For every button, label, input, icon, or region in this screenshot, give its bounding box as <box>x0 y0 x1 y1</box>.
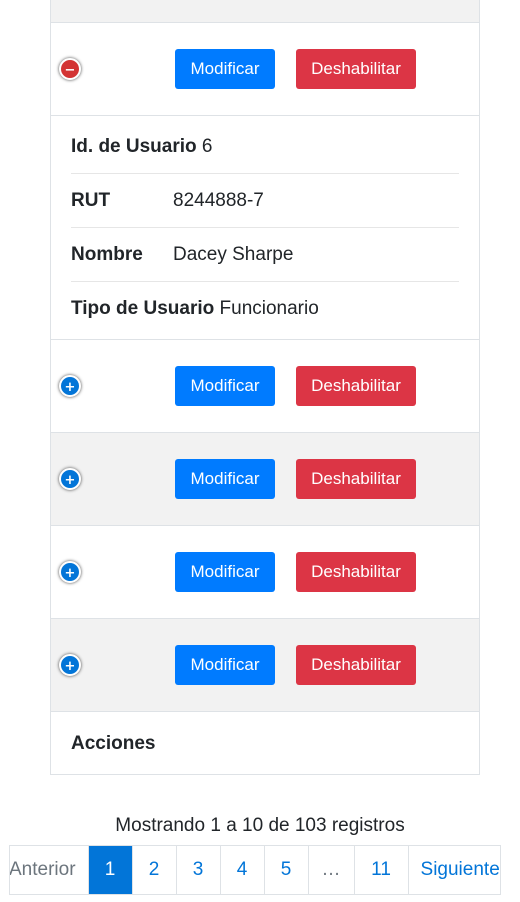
previous-row-fragment <box>51 0 479 22</box>
detail-value: 6 <box>201 136 213 157</box>
collapse-row-icon[interactable]: − <box>59 58 81 80</box>
expand-row-icon[interactable]: + <box>59 561 81 583</box>
modify-button[interactable]: Modificar <box>175 459 275 499</box>
table-row: + Modificar Deshabilitar <box>51 339 479 432</box>
pagination-next[interactable]: Siguiente <box>409 846 501 894</box>
modify-button[interactable]: Modificar <box>175 552 275 592</box>
disable-button[interactable]: Deshabilitar <box>296 459 416 499</box>
detail-value: Dacey Sharpe <box>173 244 294 265</box>
pagination-page[interactable]: 11 <box>355 846 409 894</box>
disable-button[interactable]: Deshabilitar <box>296 49 416 89</box>
detail-name: Nombre Dacey Sharpe <box>71 228 459 282</box>
detail-value: Funcionario <box>219 298 319 319</box>
modify-button[interactable]: Modificar <box>175 645 275 685</box>
pagination-page[interactable]: 1 <box>88 846 133 894</box>
pagination-ellipsis: … <box>309 846 355 894</box>
pagination-page[interactable]: 5 <box>265 846 309 894</box>
pagination-page[interactable]: 2 <box>133 846 177 894</box>
table-row: − Modificar Deshabilitar <box>51 22 479 115</box>
pagination-previous[interactable]: Anterior <box>10 846 89 894</box>
pagination-page[interactable]: 3 <box>177 846 221 894</box>
table-row: + Modificar Deshabilitar <box>51 432 479 525</box>
table-row: + Modificar Deshabilitar <box>51 618 479 711</box>
detail-user-type: Tipo de Usuario Funcionario <box>71 282 459 335</box>
expand-row-icon[interactable]: + <box>59 468 81 490</box>
disable-button[interactable]: Deshabilitar <box>296 366 416 406</box>
detail-rut: RUT 8244888-7 <box>71 174 459 228</box>
footer-label: Acciones <box>71 733 156 754</box>
detail-user-id: Id. de Usuario 6 <box>71 120 459 174</box>
detail-label: Id. de Usuario <box>71 136 197 157</box>
modify-button[interactable]: Modificar <box>175 49 275 89</box>
users-table: − Modificar Deshabilitar Id. de Usuario … <box>50 0 480 775</box>
detail-label: Tipo de Usuario <box>71 298 215 319</box>
detail-label: RUT <box>71 190 111 211</box>
expand-row-icon[interactable]: + <box>59 654 81 676</box>
detail-value: 8244888-7 <box>173 190 264 211</box>
expand-row-icon[interactable]: + <box>59 375 81 397</box>
detail-label: Nombre <box>71 244 143 265</box>
row-details: Id. de Usuario 6 RUT 8244888-7 Nombre Dace… <box>51 115 479 339</box>
pagination: Anterior 1 2 3 4 5 … 11 Siguiente <box>9 845 501 895</box>
table-info: Mostrando 1 a 10 de 103 registros <box>115 815 405 836</box>
table-footer-actions: Acciones <box>51 711 479 774</box>
disable-button[interactable]: Deshabilitar <box>296 552 416 592</box>
modify-button[interactable]: Modificar <box>175 366 275 406</box>
pagination-page[interactable]: 4 <box>221 846 265 894</box>
table-row: + Modificar Deshabilitar <box>51 525 479 618</box>
disable-button[interactable]: Deshabilitar <box>296 645 416 685</box>
